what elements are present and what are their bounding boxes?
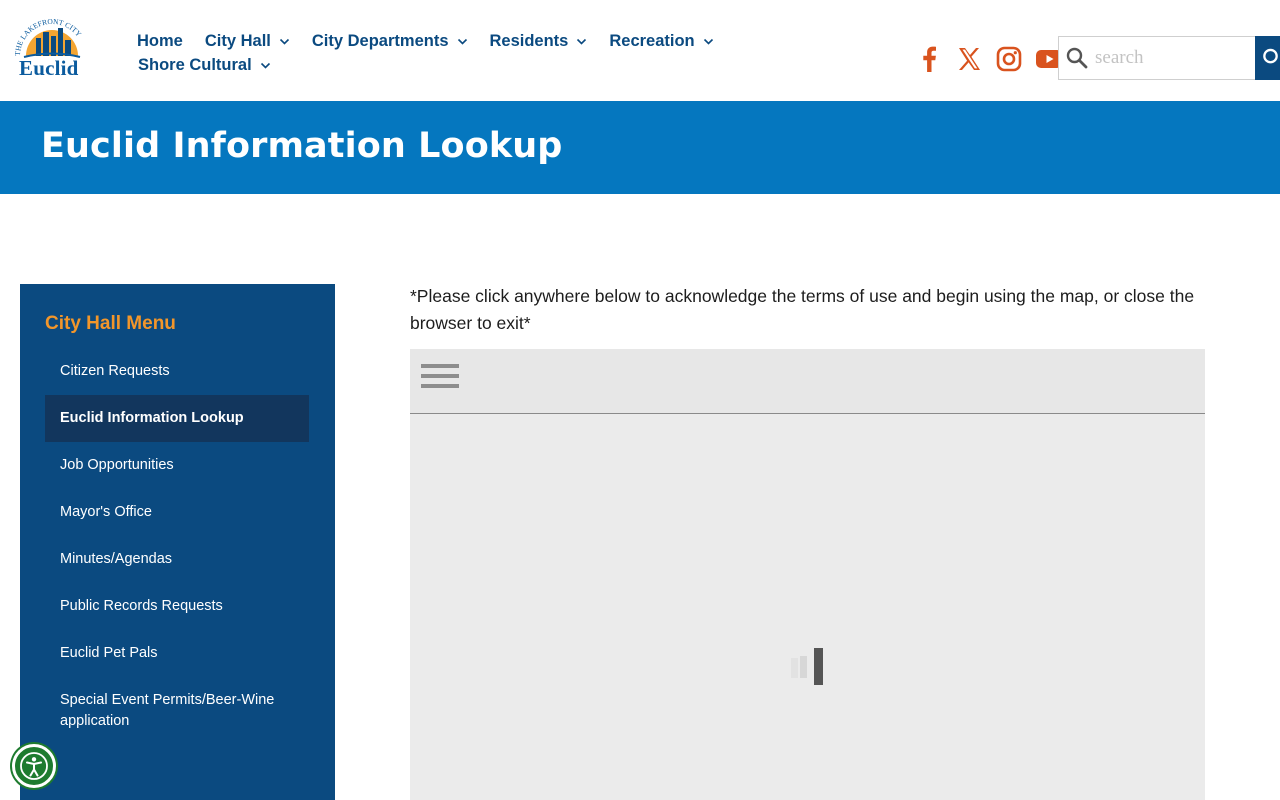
x-twitter-icon[interactable] [954, 44, 984, 74]
search-input[interactable] [1095, 38, 1255, 78]
terms-notice: *Please click anywhere below to acknowle… [410, 286, 1195, 333]
nav-residents[interactable]: Residents [490, 32, 588, 51]
hamburger-bar [421, 384, 459, 388]
chevron-down-icon [279, 38, 289, 45]
main-nav-row-2: Shore Cultural [137, 54, 757, 76]
sidebar-title: City Hall Menu [45, 313, 176, 334]
sidebar-item-minutes-agendas[interactable]: Minutes/Agendas [45, 536, 309, 583]
hamburger-bar [421, 374, 459, 378]
nav-item-label: City Hall [204, 31, 271, 50]
map-toolbar [410, 349, 1205, 414]
logo-word: Euclid [19, 56, 79, 80]
hamburger-bar [421, 364, 459, 368]
search-box [1058, 36, 1258, 80]
site-header: THE LAKEFRONT CITY Euclid Home City Hall C… [0, 0, 1280, 101]
main-nav: Home City Hall City Departments Residents Re… [137, 30, 757, 78]
instagram-icon[interactable] [994, 44, 1024, 74]
sidebar-item-job-opportunities[interactable]: Job Opportunities [45, 442, 309, 489]
map-viewer[interactable] [410, 349, 1205, 800]
sidebar-item-euclid-information-lookup[interactable]: Euclid Information Lookup [45, 395, 309, 442]
nav-shore-cultural[interactable]: Shore Cultural [138, 56, 271, 75]
map-menu-button[interactable] [421, 364, 459, 398]
page-banner: Euclid Information Lookup [0, 101, 1280, 194]
nav-item-label: Residents [489, 31, 569, 50]
nav-item-label: Home [137, 31, 183, 50]
accessibility-button[interactable] [12, 744, 56, 788]
main-nav-row-1: Home City Hall City Departments Residents Re… [137, 30, 757, 52]
sidebar-item-euclid-pet-pals[interactable]: Euclid Pet Pals [45, 630, 309, 677]
nav-city-departments[interactable]: City Departments [312, 32, 468, 51]
sidebar-item-mayor-s-office[interactable]: Mayor's Office [45, 489, 309, 536]
chevron-down-icon [577, 38, 587, 45]
accessibility-icon [20, 752, 48, 780]
search-submit-button[interactable] [1255, 36, 1280, 80]
loading-spinner-icon [791, 648, 823, 685]
nav-home[interactable]: Home [137, 32, 183, 51]
city-logo[interactable]: THE LAKEFRONT CITY Euclid [12, 16, 92, 82]
sidebar-item-citizen-requests[interactable]: Citizen Requests [45, 348, 309, 395]
nav-item-label: Recreation [609, 31, 695, 50]
nav-recreation[interactable]: Recreation [609, 32, 713, 51]
sidebar-menu: Citizen Requests Euclid Information Looku… [45, 348, 309, 745]
nav-item-label: Shore Cultural [138, 55, 252, 74]
search-submit-icon [1263, 48, 1278, 64]
sidebar-item-special-event-permits-beer-wine-application[interactable]: Special Event Permits/Beer-Wine applicat… [45, 677, 309, 745]
chevron-down-icon [260, 62, 270, 69]
nav-city-hall[interactable]: City Hall [205, 32, 290, 51]
social-links [914, 44, 1074, 74]
page-title: Euclid Information Lookup [41, 126, 563, 166]
facebook-icon[interactable] [914, 44, 944, 74]
search-icon [1059, 37, 1095, 79]
sidebar-item-public-records-requests[interactable]: Public Records Requests [45, 583, 309, 630]
chevron-down-icon [457, 38, 467, 45]
nav-item-label: City Departments [311, 31, 449, 50]
chevron-down-icon [703, 38, 713, 45]
city-hall-sidebar: City Hall Menu Citizen Requests Euclid In… [20, 284, 335, 800]
